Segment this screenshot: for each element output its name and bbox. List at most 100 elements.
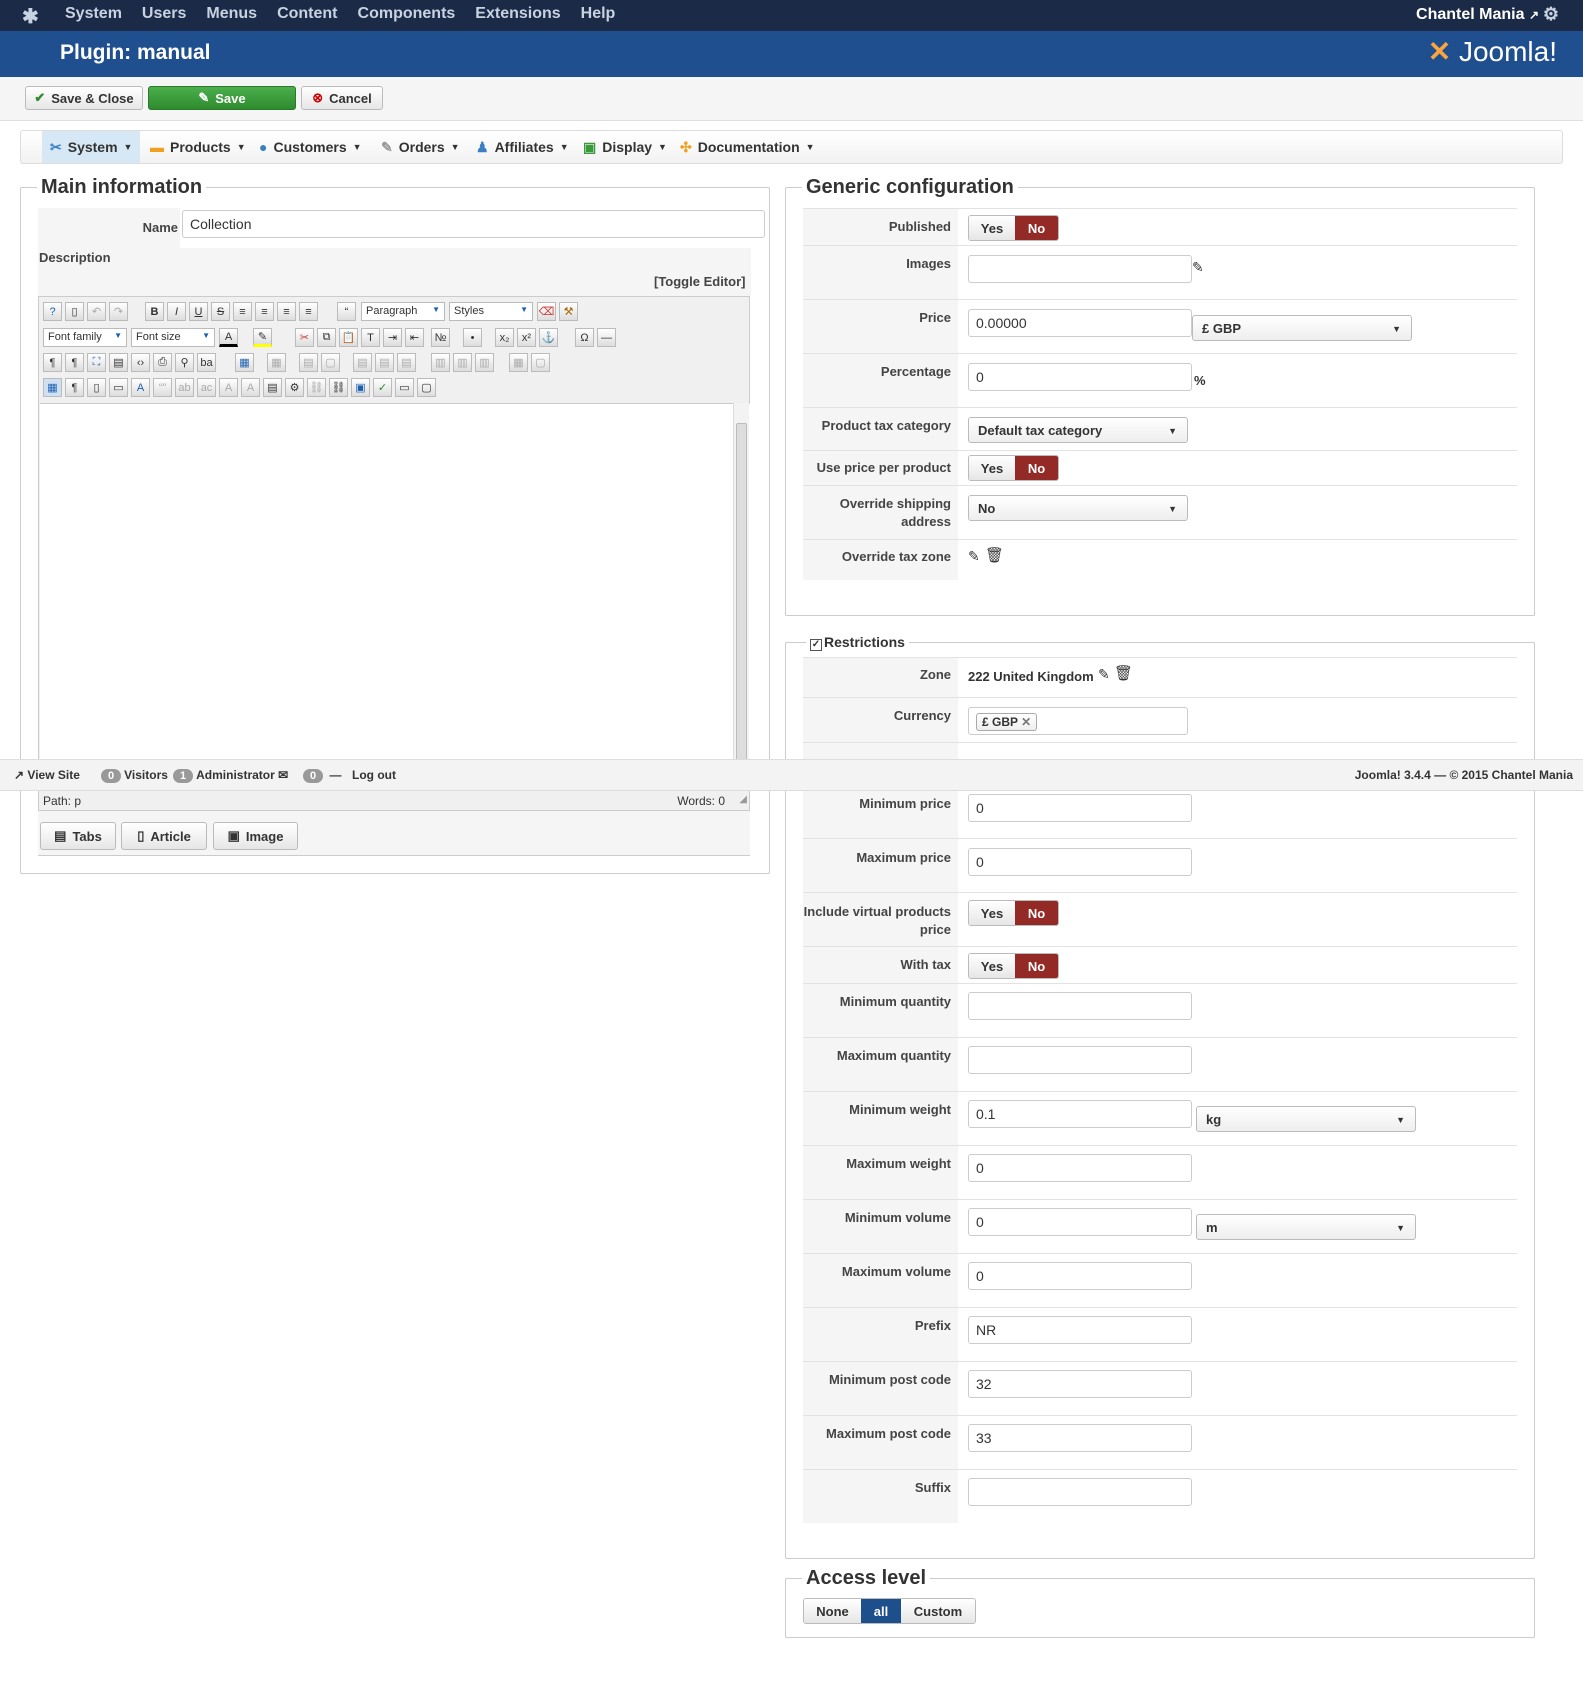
bold-icon[interactable]: B xyxy=(145,302,164,321)
nav-display[interactable]: ▣ Display ▼ xyxy=(583,131,667,163)
nav-products[interactable]: ▬ Products ▼ xyxy=(150,131,246,163)
trash-icon[interactable]: 🗑 xyxy=(985,546,1004,564)
gear-icon[interactable]: ⚙ xyxy=(1543,4,1559,25)
ltr-icon[interactable]: ¶ xyxy=(43,353,62,372)
resize-handle-icon[interactable]: ◢ xyxy=(739,794,747,805)
code-icon[interactable]: ‹› xyxy=(131,353,150,372)
prefix-field[interactable]: NR xyxy=(968,1316,1192,1344)
blockquote-icon[interactable]: “ xyxy=(337,302,356,321)
align-justify-icon[interactable]: ≡ xyxy=(233,302,252,321)
anchor-icon[interactable]: ⚓ xyxy=(539,328,558,347)
nav-system[interactable]: ✂ System ▼ xyxy=(42,131,140,163)
article-button[interactable]: ▯ Article xyxy=(121,822,207,850)
table-icon[interactable]: ▦ xyxy=(235,353,254,372)
save-button[interactable]: ✎ Save xyxy=(148,86,296,110)
nav-orders[interactable]: ✎ Orders ▼ xyxy=(381,131,460,163)
cleanup-icon[interactable]: ⚒ xyxy=(559,302,578,321)
delete-table-icon[interactable]: ▦ xyxy=(267,353,286,372)
cut-icon[interactable]: ✂ xyxy=(295,328,314,347)
with-tax-no[interactable]: No xyxy=(1015,954,1058,978)
suffix-field[interactable] xyxy=(968,1478,1192,1506)
max-qty-field[interactable] xyxy=(968,1046,1192,1074)
access-all[interactable]: all xyxy=(861,1599,901,1623)
align-right-icon[interactable]: ≡ xyxy=(299,302,318,321)
font-family-select[interactable]: Font family ▼ xyxy=(43,328,127,347)
horizontal-rule-icon[interactable]: — xyxy=(597,328,616,347)
max-volume-field[interactable]: 0 xyxy=(968,1262,1192,1290)
pencil-icon[interactable]: ✎ xyxy=(1098,666,1110,683)
with-tax-yes[interactable]: Yes xyxy=(969,954,1015,978)
highlight-icon[interactable]: ✎ xyxy=(253,328,272,347)
include-virtual-no[interactable]: No xyxy=(1015,901,1058,925)
menu-menus[interactable]: Menus xyxy=(206,5,257,23)
style-icon[interactable]: A xyxy=(131,378,150,397)
special-char-icon[interactable]: Ω xyxy=(575,328,594,347)
rtl-icon[interactable]: ¶ xyxy=(65,353,84,372)
use-price-yes[interactable]: Yes xyxy=(969,456,1015,480)
image-button[interactable]: ▣ Image xyxy=(213,822,298,850)
min-qty-field[interactable] xyxy=(968,992,1192,1020)
images-field[interactable] xyxy=(968,255,1192,283)
insert-row-before-icon[interactable]: ▤ xyxy=(353,353,372,372)
acronym-icon[interactable]: ac xyxy=(197,378,216,397)
access-none[interactable]: None xyxy=(804,1599,861,1623)
print-icon[interactable]: ⎙ xyxy=(153,353,172,372)
tabs-button[interactable]: ▤ Tabs xyxy=(40,822,116,850)
menu-components[interactable]: Components xyxy=(358,5,456,23)
media-icon[interactable]: ▢ xyxy=(417,378,436,397)
italic-icon[interactable]: I xyxy=(167,302,186,321)
delete-col-icon[interactable]: ▥ xyxy=(475,353,494,372)
help-icon[interactable]: ? xyxy=(43,302,62,321)
published-no[interactable]: No xyxy=(1015,216,1058,240)
currency-tag-field[interactable]: £ GBP ✕ xyxy=(968,707,1188,735)
spellcheck-icon[interactable]: ✓ xyxy=(373,378,392,397)
name-field[interactable]: Collection xyxy=(182,210,765,238)
paragraph-select[interactable]: Paragraph ▼ xyxy=(361,302,445,321)
toggle-editor-link[interactable]: [Toggle Editor] xyxy=(654,274,745,289)
insert-row-after-icon[interactable]: ▤ xyxy=(375,353,394,372)
split-cells-icon[interactable]: ▦ xyxy=(509,353,528,372)
merge-cells-icon[interactable]: ▢ xyxy=(531,353,550,372)
text-color-icon[interactable]: A xyxy=(219,328,238,347)
visual-aid-icon[interactable]: ▦ xyxy=(43,378,62,397)
access-custom[interactable]: Custom xyxy=(901,1599,975,1623)
menu-users[interactable]: Users xyxy=(142,5,186,23)
abbr-icon[interactable]: ab xyxy=(175,378,194,397)
percentage-field[interactable]: 0 xyxy=(968,363,1192,391)
strikethrough-icon[interactable]: S xyxy=(211,302,230,321)
replace-icon[interactable]: ba xyxy=(197,353,216,372)
underline-icon[interactable]: U xyxy=(189,302,208,321)
superscript-icon[interactable]: x² xyxy=(517,328,536,347)
include-virtual-yes[interactable]: Yes xyxy=(969,901,1015,925)
use-price-per-product-toggle[interactable]: Yes No xyxy=(968,455,1059,481)
numbered-list-icon[interactable]: № xyxy=(431,328,450,347)
eraser-icon[interactable]: ⌫ xyxy=(537,302,556,321)
nonbreaking-icon[interactable]: ⚙ xyxy=(285,378,304,397)
override-shipping-select[interactable]: No ▼ xyxy=(968,495,1188,521)
save-close-button[interactable]: ✔ Save & Close xyxy=(25,86,143,110)
fullscreen-icon[interactable]: ⛶ xyxy=(87,353,106,372)
pencil-icon[interactable]: ✎ xyxy=(1192,259,1204,276)
layer-icon[interactable]: ▭ xyxy=(109,378,128,397)
price-field[interactable]: 0.00000 xyxy=(968,309,1192,337)
min-post-code-field[interactable]: 32 xyxy=(968,1370,1192,1398)
subscript-icon[interactable]: x₂ xyxy=(495,328,514,347)
paste-icon[interactable]: 📋 xyxy=(339,328,358,347)
pagebreak-icon[interactable]: ▭ xyxy=(395,378,414,397)
published-yes[interactable]: Yes xyxy=(969,216,1015,240)
volume-unit-select[interactable]: m ▼ xyxy=(1196,1214,1416,1240)
pencil-icon[interactable]: ✎ xyxy=(968,548,980,565)
menu-help[interactable]: Help xyxy=(581,5,616,23)
max-price-field[interactable]: 0 xyxy=(968,848,1192,876)
joomla-menu-icon[interactable]: ✱ xyxy=(22,4,44,28)
menu-extensions[interactable]: Extensions xyxy=(475,5,560,23)
insert-col-after-icon[interactable]: ▥ xyxy=(453,353,472,372)
font-size-select[interactable]: Font size ▼ xyxy=(131,328,215,347)
copy-icon[interactable]: ⧉ xyxy=(317,328,336,347)
logout-link[interactable]: Log out xyxy=(352,768,396,782)
max-post-code-field[interactable]: 33 xyxy=(968,1424,1192,1452)
trash-icon[interactable]: 🗑 xyxy=(1114,664,1133,682)
cell-props-icon[interactable]: ▢ xyxy=(321,353,340,372)
align-center-icon[interactable]: ≡ xyxy=(255,302,274,321)
price-currency-select[interactable]: £ GBP ▼ xyxy=(1192,315,1412,341)
